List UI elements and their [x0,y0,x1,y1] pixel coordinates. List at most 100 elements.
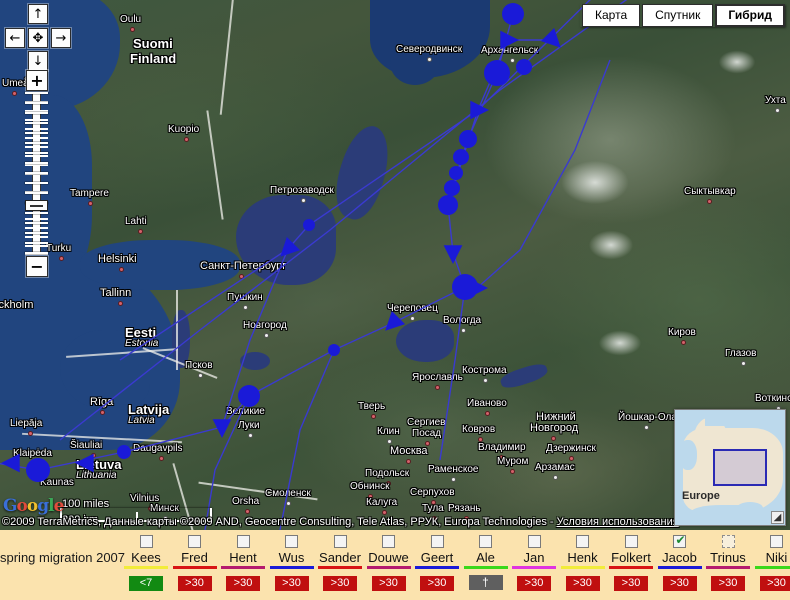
legend-checkbox-jacob[interactable] [673,533,687,548]
legend-bird-wus[interactable]: Wus >30 [268,532,316,591]
plus-icon: + [30,70,44,90]
arrow-up-icon: ↑ [32,6,44,22]
pan-center-button[interactable]: ✥ [28,28,48,48]
legend-bird-jacob[interactable]: Jacob >30 [656,532,704,591]
legend-bird-name: Jan [523,550,545,565]
legend-panel: spring migration 2007 Kees <7 Fred >30 Hent >… [0,530,790,600]
legend-checkbox-trinus[interactable] [721,535,735,548]
legend-color-swatch [706,566,750,569]
legend-bird-niki[interactable]: Niki >30 [753,532,790,591]
legend-bird-trinus[interactable]: Trinus >30 [704,532,752,591]
track-point-circle[interactable] [444,180,460,196]
arrow-right-icon: → [55,30,67,46]
legend-color-swatch [609,566,653,569]
track-point-circle[interactable] [453,149,469,165]
zoom-slider-thumb[interactable] [25,200,48,211]
legend-color-swatch [512,566,556,569]
track-point-arrow[interactable] [500,30,519,50]
legend-status-badge: >30 [371,576,406,591]
track-point-circle[interactable] [26,458,50,482]
legend-checkbox-niki[interactable] [770,535,783,548]
legend-checkbox-wus[interactable] [285,535,298,548]
legend-bird-fred[interactable]: Fred >30 [171,532,219,591]
overview-viewport-rectangle[interactable] [713,449,767,486]
legend-bird-name: Ale [476,550,495,565]
legend-color-swatch [269,566,314,569]
legend-bird-hent[interactable]: Hent >30 [219,532,267,591]
track-point-circle[interactable] [238,385,260,407]
track-point-arrow[interactable] [470,100,489,120]
legend-bird-jan[interactable]: Jan >30 [510,532,558,591]
legend-color-swatch [124,566,168,569]
overview-minimap[interactable]: Europe ◢ [674,409,786,526]
track-point-circle[interactable] [303,219,315,231]
track-point-circle[interactable] [459,130,477,148]
terms-of-use-link[interactable]: Условия использования [557,516,679,528]
legend-status-badge: >30 [420,576,454,591]
google-logo: Google [3,496,64,516]
legend-bird-name: Geert [420,550,454,565]
pan-left-button[interactable]: ← [5,28,25,48]
pan-up-button[interactable]: ↑ [28,4,48,24]
legend-bird-folkert[interactable]: Folkert >30 [607,532,655,591]
legend-checkbox-fred[interactable] [188,535,201,548]
track-point-arrow[interactable] [0,453,20,473]
arrow-left-icon: ← [9,30,21,46]
track-point-circle[interactable] [328,344,340,356]
migration-track-layer [0,0,628,530]
legend-color-swatch [221,566,265,569]
minus-icon: − [30,256,44,276]
maptype-button-satellite[interactable]: Спутник [642,4,714,27]
legend-checkbox-kees[interactable] [139,535,153,548]
legend-bird-henk[interactable]: Henk >30 [559,532,607,591]
legend-bird-ale[interactable]: Ale † [462,532,510,591]
legend-color-swatch [415,566,459,569]
legend-color-swatch [463,566,508,569]
track-point-circle[interactable] [117,445,131,459]
maptype-button-map[interactable]: Карта [582,4,641,27]
zoom-in-button[interactable]: + [26,70,48,91]
track-point-arrow[interactable] [75,453,94,473]
legend-checkbox-geert[interactable] [430,535,444,548]
legend-checkbox-folkert[interactable] [624,535,638,548]
zoom-out-button[interactable]: − [26,256,48,277]
overview-region-label: Europe [682,490,720,502]
legend-bird-geert[interactable]: Geert >30 [413,532,461,591]
legend-status-badge: † [468,575,503,590]
legend-bird-name: Wus [278,550,305,565]
track-point-arrow[interactable] [379,310,406,337]
pan-down-button[interactable]: ↓ [28,51,48,71]
legend-checkbox-hent[interactable] [236,535,250,548]
track-point-circle[interactable] [449,166,463,180]
map-canvas[interactable]: Oulu Suomi Finland Kuopio Umeå Tampere Lahti Tu… [0,0,790,530]
pan-right-button[interactable]: → [51,28,71,48]
track-point-arrow[interactable] [274,236,301,263]
track-point-circle[interactable] [438,195,458,215]
overview-north-sea [679,440,697,470]
legend-title: spring migration 2007 [0,550,126,565]
legend-bird-name: Fred [181,550,208,565]
legend-checkbox-douwe[interactable] [382,535,395,548]
legend-checkbox-ale[interactable] [479,535,492,548]
legend-bird-kees[interactable]: Kees <7 [122,532,170,591]
map-type-switcher: Карта Спутник Гибрид [580,4,785,27]
track-point-circle[interactable] [502,3,524,25]
maptype-button-hybrid[interactable]: Гибрид [715,4,785,27]
track-point-circle[interactable] [484,60,510,86]
track-point-circle[interactable] [516,59,532,75]
track-point-arrow[interactable] [540,27,567,54]
legend-bird-name: Sander [319,550,361,565]
overview-arctic-ocean [705,410,785,426]
track-markers [0,3,567,482]
map-attribution: ©2009 TerraMetrics, Данные карты ©2009 A… [2,516,679,528]
legend-checkbox-henk[interactable] [576,535,589,548]
track-point-arrow[interactable] [443,245,463,264]
move-crosshair-icon: ✥ [32,30,44,46]
legend-checkbox-sander[interactable] [333,535,347,548]
legend-bird-douwe[interactable]: Douwe >30 [365,532,413,591]
zoom-slider-track[interactable] [32,92,41,255]
overview-resize-handle[interactable]: ◢ [771,511,784,524]
legend-bird-sander[interactable]: Sander >30 [316,532,364,591]
google-maps-page: Oulu Suomi Finland Kuopio Umeå Tampere Lahti Tu… [0,0,790,600]
legend-checkbox-jan[interactable] [527,535,541,548]
